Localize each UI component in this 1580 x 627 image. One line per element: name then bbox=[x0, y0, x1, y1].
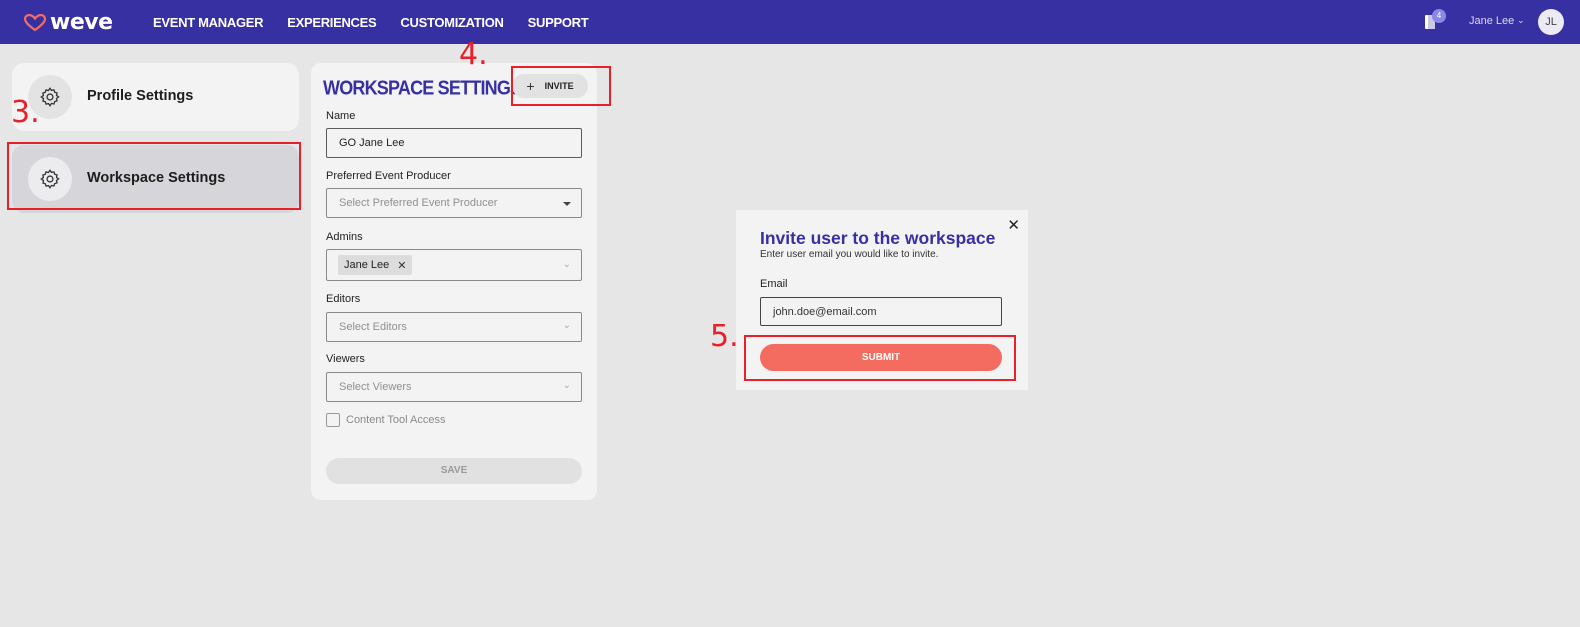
chevron-down-icon: ⌄ bbox=[562, 380, 571, 391]
logo-text: weve bbox=[50, 10, 113, 35]
chevron-down-icon: ⌄ bbox=[562, 259, 571, 270]
workspace-settings-panel: WORKSPACE SETTINGS + INVITE Name GO Jane… bbox=[311, 63, 597, 500]
nav-event-manager[interactable]: EVENT MANAGER bbox=[153, 15, 264, 30]
viewers-placeholder: Select Viewers bbox=[339, 381, 412, 393]
annotation-box-step3 bbox=[7, 142, 301, 210]
close-icon[interactable]: ✕ bbox=[397, 259, 406, 272]
viewers-label: Viewers bbox=[326, 353, 365, 365]
name-label: Name bbox=[326, 110, 356, 122]
modal-title: Invite user to the workspace bbox=[760, 228, 996, 248]
admins-label: Admins bbox=[326, 231, 363, 243]
email-label: Email bbox=[760, 278, 788, 290]
content-tool-label: Content Tool Access bbox=[346, 414, 446, 426]
nav-experiences[interactable]: EXPERIENCES bbox=[287, 15, 376, 30]
notifications-button[interactable]: 4 bbox=[1423, 9, 1449, 35]
chevron-down-icon: ⌄ bbox=[562, 320, 571, 331]
producer-placeholder: Select Preferred Event Producer bbox=[339, 197, 498, 209]
editors-label: Editors bbox=[326, 293, 361, 305]
sidebar-item-label: Profile Settings bbox=[87, 88, 194, 104]
modal-subtitle: Enter user email you would like to invit… bbox=[760, 249, 939, 260]
user-menu-name[interactable]: Jane Lee bbox=[1469, 15, 1514, 27]
producer-select[interactable]: Select Preferred Event Producer bbox=[326, 188, 582, 218]
annotation-box-step4 bbox=[511, 66, 611, 106]
weve-logo[interactable]: weve bbox=[24, 10, 113, 35]
notification-badge: 4 bbox=[1432, 9, 1446, 23]
top-navbar: weve EVENT MANAGER EXPERIENCES CUSTOMIZA… bbox=[0, 0, 1580, 44]
name-input-value: GO Jane Lee bbox=[339, 137, 405, 149]
editors-select[interactable]: Select Editors ⌄ bbox=[326, 312, 582, 342]
annotation-step3: 3. bbox=[11, 95, 40, 130]
admins-select[interactable]: Jane Lee ✕ ⌄ bbox=[326, 249, 582, 281]
save-button[interactable]: SAVE bbox=[326, 458, 582, 484]
nav-customization[interactable]: CUSTOMIZATION bbox=[400, 15, 504, 30]
producer-label: Preferred Event Producer bbox=[326, 170, 451, 182]
email-field-value: john.doe@email.com bbox=[773, 305, 877, 318]
annotation-box-step5 bbox=[744, 335, 1016, 381]
page-title: WORKSPACE SETTINGS bbox=[323, 76, 522, 99]
annotation-step4: 4. bbox=[459, 37, 488, 72]
sidebar-item-profile-settings[interactable]: Profile Settings bbox=[12, 63, 299, 131]
name-input[interactable]: GO Jane Lee bbox=[326, 128, 582, 158]
admin-chip: Jane Lee ✕ bbox=[338, 255, 413, 275]
main-nav: EVENT MANAGER EXPERIENCES CUSTOMIZATION … bbox=[153, 0, 589, 44]
chevron-down-icon[interactable]: ⌄ bbox=[1517, 15, 1525, 26]
logo-heart-icon bbox=[24, 13, 46, 31]
caret-down-icon bbox=[563, 202, 571, 206]
annotation-step5: 5. bbox=[710, 319, 739, 354]
admin-chip-label: Jane Lee bbox=[344, 259, 390, 271]
avatar[interactable]: JL bbox=[1538, 9, 1564, 35]
close-icon[interactable]: ✕ bbox=[1007, 216, 1020, 234]
viewers-select[interactable]: Select Viewers ⌄ bbox=[326, 372, 582, 402]
content-tool-checkbox[interactable] bbox=[326, 413, 340, 427]
nav-support[interactable]: SUPPORT bbox=[528, 15, 589, 30]
email-field[interactable]: john.doe@email.com bbox=[760, 297, 1002, 326]
editors-placeholder: Select Editors bbox=[339, 321, 407, 333]
